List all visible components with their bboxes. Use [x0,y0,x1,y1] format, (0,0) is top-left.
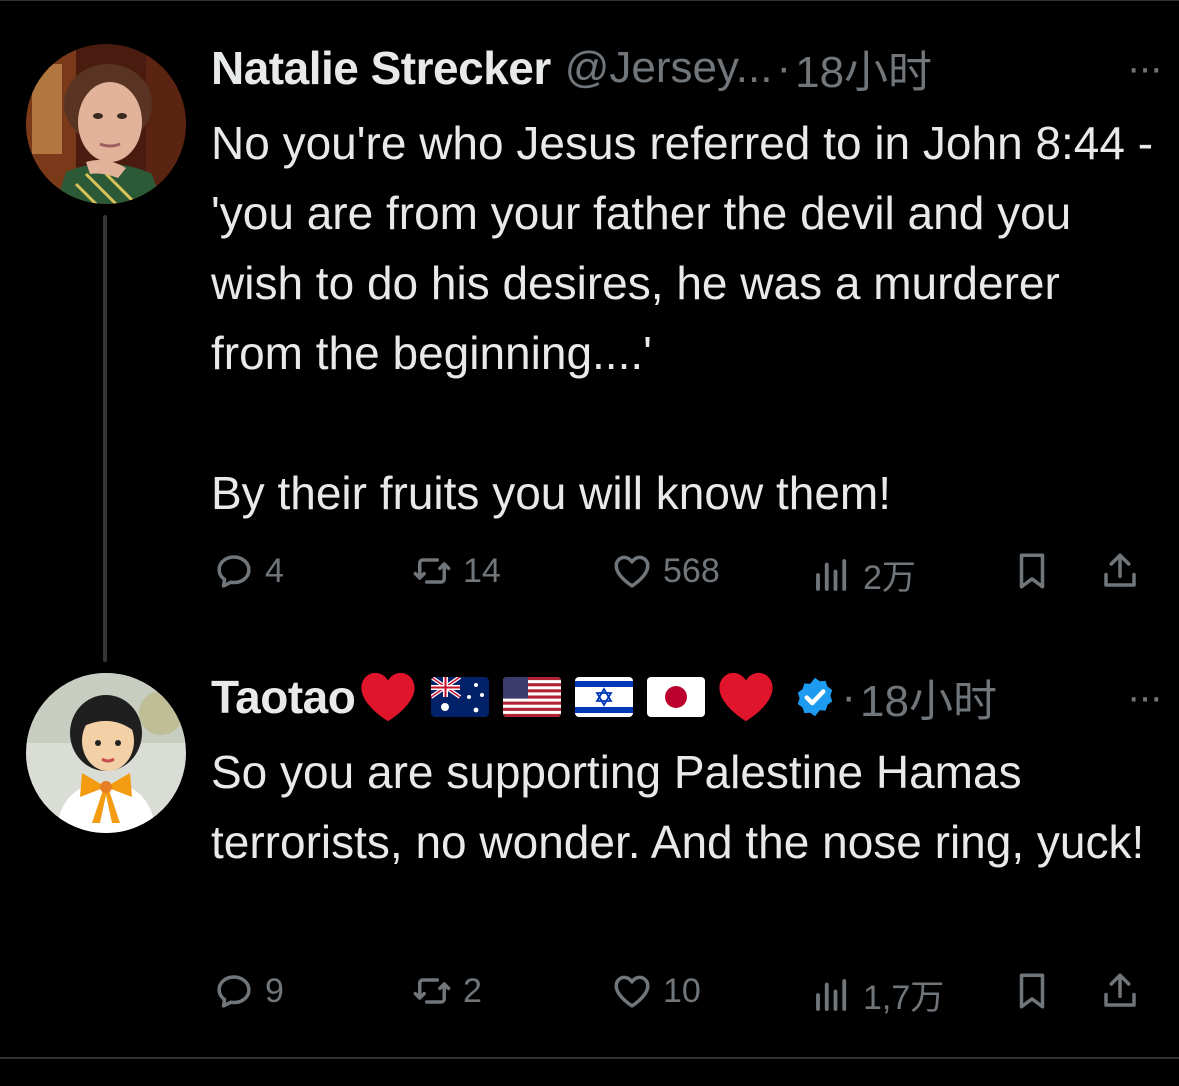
author-handle[interactable]: @Jersey... [565,43,773,93]
separator-dot: · [841,672,857,721]
action-bar: 4 14 568 2万 [211,550,1151,600]
like-icon [614,975,650,1008]
avatar-taotao[interactable] [26,673,186,833]
views-icon [816,978,847,1011]
author-name[interactable]: Natalie Strecker [211,41,551,95]
reply-icon [217,975,251,1008]
share-icon [1104,553,1136,587]
tweet-text: No you're who Jesus referred to in John … [211,117,1154,519]
retweet-count: 14 [463,551,501,590]
more-icon[interactable]: ··· [1127,675,1163,720]
like-button[interactable]: 10 [611,970,701,1012]
views-button[interactable]: 1,7万 [811,970,944,1019]
bookmark-button[interactable] [1011,550,1063,592]
views-count: 1,7万 [863,979,945,1017]
verified-icon[interactable] [793,675,837,719]
avatar-natalie[interactable] [26,44,186,204]
reply-count: 9 [265,971,284,1010]
tweet-text: So you are supporting Palestine Hamas te… [211,746,1145,868]
japan-flag-icon [647,677,706,717]
share-button[interactable] [1099,970,1151,1012]
reply-count: 4 [265,551,284,590]
bookmark-icon [1019,553,1045,589]
retweet-count: 2 [463,971,482,1010]
red-heart-emoji-icon [361,672,415,722]
red-heart-emoji-icon [719,672,773,722]
separator-dot: · [776,43,792,92]
share-button[interactable] [1099,550,1151,592]
retweet-icon [413,558,451,584]
like-count: 568 [663,551,720,590]
reply-button[interactable]: 4 [213,550,284,592]
share-icon [1104,973,1136,1007]
reply-button[interactable]: 9 [213,970,284,1012]
thread-connector [103,215,107,662]
timestamp[interactable]: 18小时 [795,36,932,100]
reply-icon [217,555,251,588]
bookmark-icon [1019,973,1045,1009]
views-button[interactable]: 2万 [811,550,916,599]
israel-flag-icon [575,677,634,717]
retweet-button[interactable]: 14 [411,550,501,592]
more-icon[interactable]: ··· [1127,46,1163,91]
like-count: 10 [663,971,701,1010]
tweet-header: Taotao · 18小时 ··· [211,665,1163,729]
tweet-header: Natalie Strecker @Jersey... · 18小时 ··· [211,36,1163,100]
top-divider [0,0,1179,1]
retweet-button[interactable]: 2 [411,970,482,1012]
like-button[interactable]: 568 [611,550,720,592]
timestamp[interactable]: 18小时 [860,665,997,729]
usa-flag-icon [503,677,562,717]
bookmark-button[interactable] [1011,970,1063,1012]
bottom-divider [0,1057,1179,1059]
views-count: 2万 [863,559,916,597]
like-icon [614,555,650,588]
retweet-icon [413,978,451,1004]
author-name[interactable]: Taotao [211,670,356,724]
australia-flag-icon [431,677,490,717]
views-icon [816,558,847,591]
action-bar: 9 2 10 1,7万 [211,970,1151,1020]
